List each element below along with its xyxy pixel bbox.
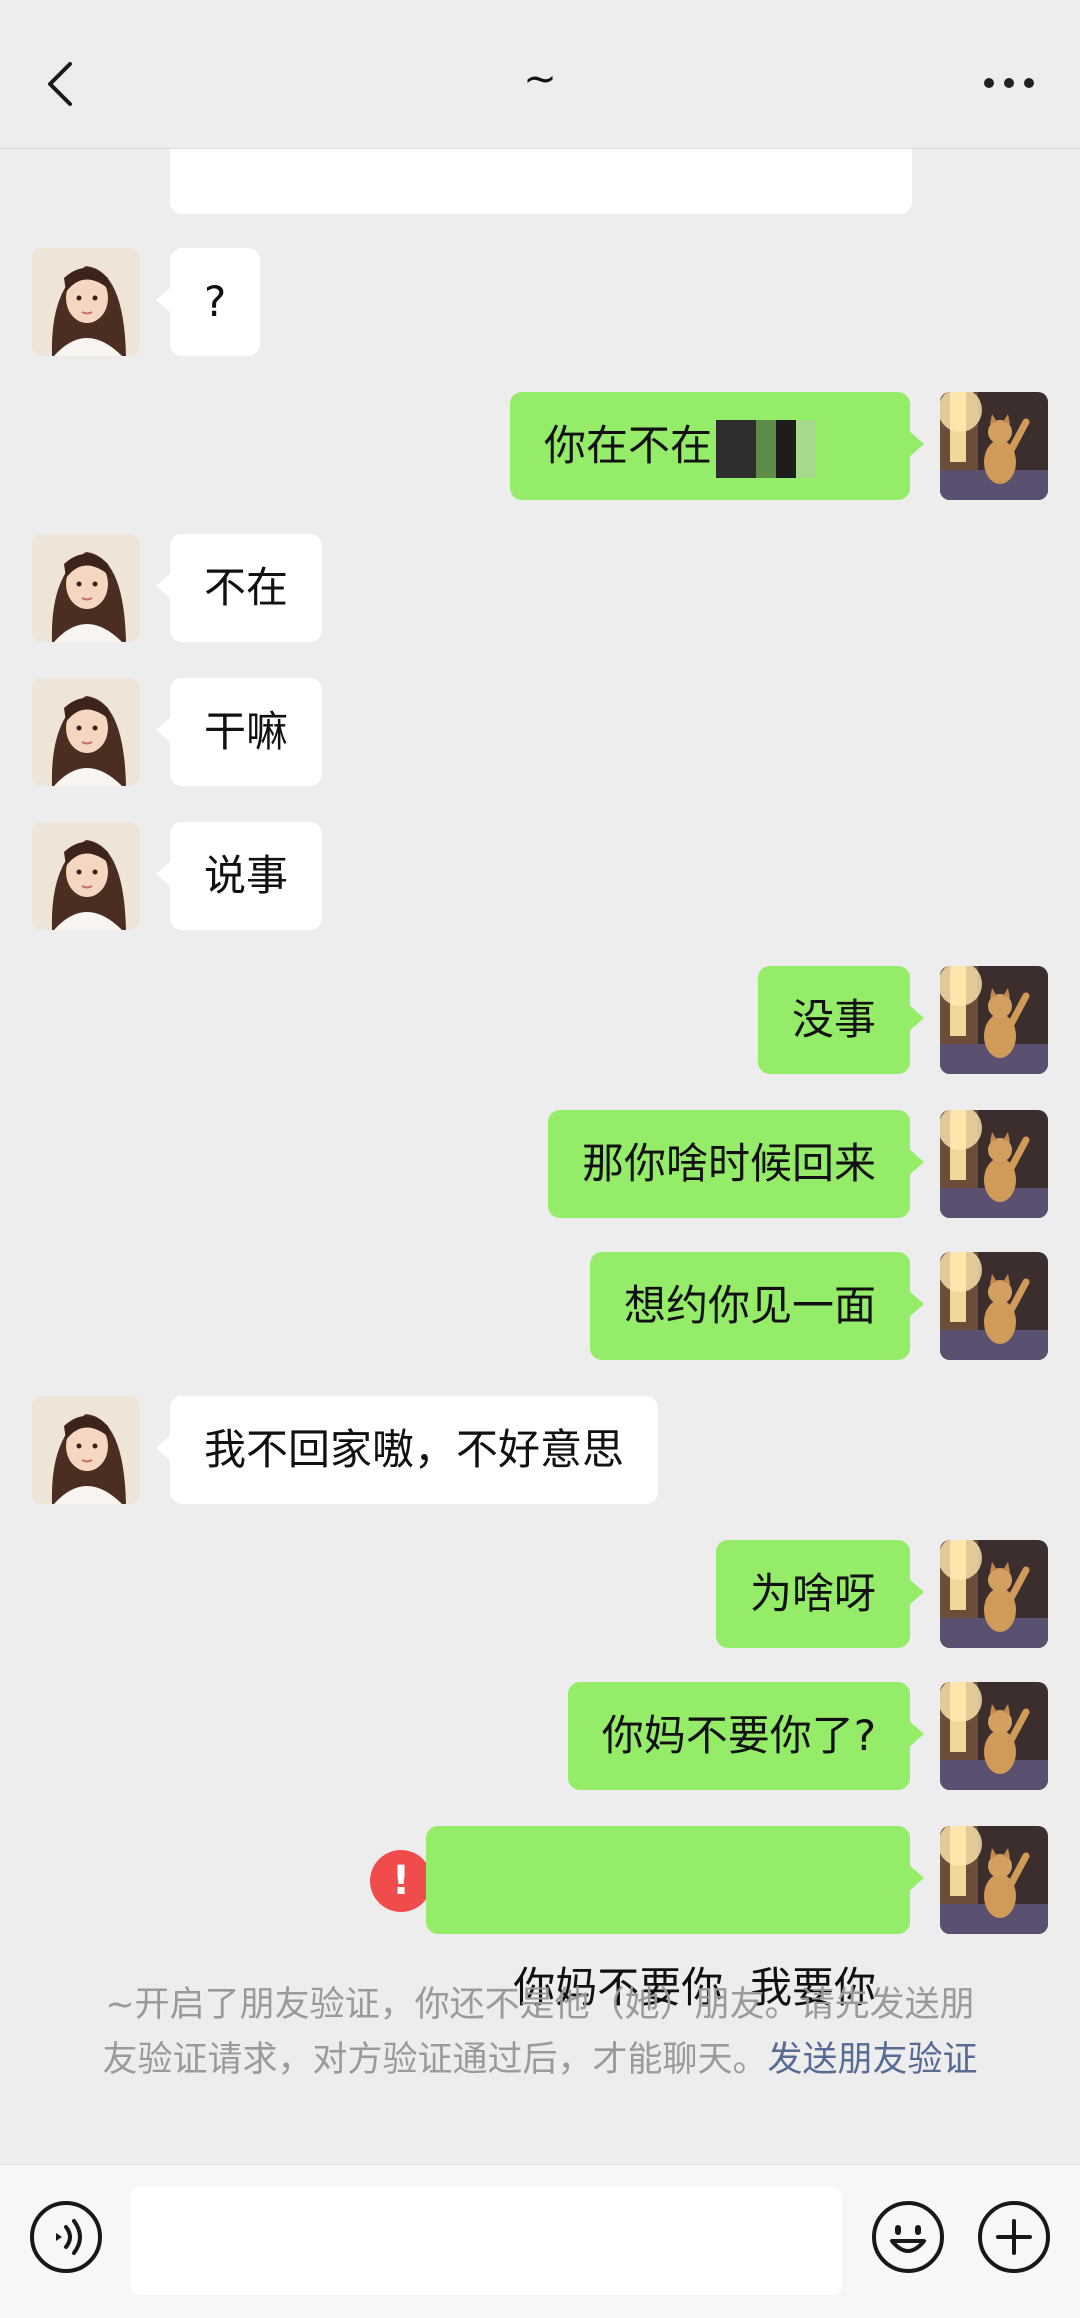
back-button[interactable] [36,52,84,116]
contact-avatar[interactable] [32,534,140,642]
chat-area: 我们可以开始聊天了 ? 你在不在 [0,0,1080,2317]
user-avatar[interactable] [940,392,1048,500]
user-avatar[interactable] [940,1540,1048,1648]
message-bubble-outgoing[interactable]: 你妈不要你 我要你 [425,1826,925,2012]
message-input[interactable] [130,2187,842,2295]
message-bubble-outgoing[interactable]: 你在不在 [509,392,925,500]
more-dot [1024,78,1034,88]
message-text: 不在 [204,563,289,612]
message-text: 想约你见一面 [623,1281,876,1330]
voice-icon [56,2219,82,2255]
friend-verification-notice: ~开启了朋友验证，你还不是他（她）朋友。请先发送朋友验证请求，对方验证通过后，才… [90,1978,990,2088]
plus-button[interactable] [978,2201,1050,2273]
message-bubble-incoming[interactable]: 干嘛 [155,678,323,786]
message-text: 为啥呀 [749,1569,876,1618]
voice-button[interactable] [30,2201,102,2273]
chat-header: ~ [0,0,1080,149]
input-bar [0,2164,1080,2318]
contact-avatar[interactable] [32,822,140,930]
user-avatar[interactable] [940,1826,1048,1934]
message-bubble-incoming[interactable]: 不在 [155,534,323,642]
message-text: 干嘛 [204,707,289,756]
send-failed-icon[interactable]: ! [370,1850,432,1912]
chevron-left-icon [48,62,72,106]
message-bubble-outgoing[interactable]: 那你啥时候回来 [547,1110,925,1218]
contact-avatar[interactable] [32,678,140,786]
chat-title: ~ [523,56,557,102]
plus-icon [996,2219,1032,2255]
message-text: 你妈不要你了? [601,1711,876,1760]
message-text: ? [204,277,227,326]
message-text: 我不回家嗷，不好意思 [204,1425,625,1474]
message-bubble-outgoing[interactable]: 你妈不要你了? [567,1682,925,1790]
user-avatar[interactable] [940,1110,1048,1218]
user-avatar[interactable] [940,1252,1048,1360]
message-bubble-incoming[interactable]: ? [155,248,261,356]
message-text: 没事 [791,995,876,1044]
contact-avatar[interactable] [32,248,140,356]
contact-avatar[interactable] [32,1396,140,1504]
message-text: 那你啥时候回来 [581,1139,876,1188]
message-bubble-outgoing[interactable]: 想约你见一面 [589,1252,925,1360]
user-avatar[interactable] [940,1682,1048,1790]
redacted-patch [716,419,816,478]
message-bubble-incoming[interactable]: 我不回家嗷，不好意思 [155,1396,659,1504]
message-bubble-outgoing[interactable]: 没事 [757,966,925,1074]
more-dots-icon [984,78,994,88]
emoji-button[interactable] [872,2201,944,2273]
more-dot [1004,78,1014,88]
user-avatar[interactable] [940,966,1048,1074]
message-text: 说事 [204,851,289,900]
message-text: 你在不在 [543,421,712,470]
emoji-icon [890,2225,926,2253]
send-verification-link[interactable]: 发送朋友验证 [768,2040,978,2080]
more-button[interactable] [984,78,1036,90]
message-bubble-outgoing[interactable]: 为啥呀 [715,1540,925,1648]
message-bubble-incoming[interactable]: 说事 [155,822,323,930]
